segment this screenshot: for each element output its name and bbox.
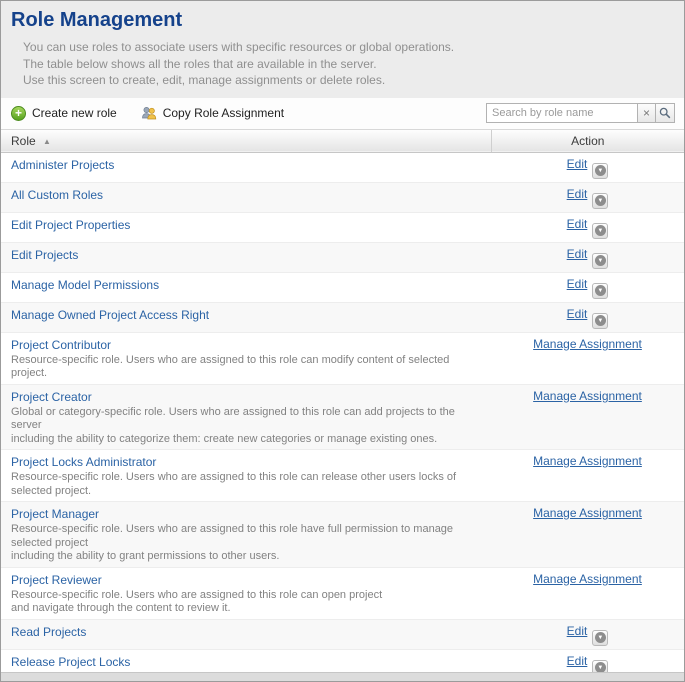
role-description-line: Resource-specific role. Users who are as… bbox=[11, 471, 481, 498]
column-header-role-label: Role bbox=[11, 134, 36, 148]
table-row: Project Creator Global or category-specif… bbox=[1, 384, 684, 450]
sort-ascending-icon: ▲ bbox=[43, 137, 51, 146]
table-row: Read Projects Edit ▼ bbox=[1, 619, 684, 649]
role-link[interactable]: Administer Projects bbox=[11, 158, 114, 172]
copy-role-assignment-icon bbox=[141, 105, 157, 121]
page-header: Role Management You can use roles to ass… bbox=[1, 1, 684, 98]
edit-dropdown-button[interactable]: ▼ bbox=[592, 630, 608, 646]
manage-assignment-link[interactable]: Manage Assignment bbox=[533, 389, 642, 403]
edit-dropdown-button[interactable]: ▼ bbox=[592, 283, 608, 299]
role-link[interactable]: Release Project Locks bbox=[11, 655, 130, 669]
page-description-line: The table below shows all the roles that… bbox=[23, 56, 672, 73]
edit-link[interactable]: Edit bbox=[567, 624, 588, 638]
search-input[interactable] bbox=[486, 103, 638, 123]
chevron-down-icon: ▼ bbox=[595, 225, 606, 236]
edit-dropdown-button[interactable]: ▼ bbox=[592, 253, 608, 269]
roles-table-body: Administer ProjectsEdit▼All Custom Roles… bbox=[1, 152, 684, 682]
table-row: All Custom Roles Edit ▼ bbox=[1, 182, 684, 212]
copy-role-assignment-button[interactable]: Copy Role Assignment bbox=[141, 105, 284, 121]
page-title: Role Management bbox=[11, 9, 672, 32]
table-row: Edit Project Properties Edit ▼ bbox=[1, 212, 684, 242]
create-new-role-button[interactable]: + Create new role bbox=[11, 106, 117, 121]
toolbar: + Create new role Copy Role Assignment × bbox=[1, 98, 684, 129]
table-row: Manage Model Permissions Edit ▼ bbox=[1, 272, 684, 302]
plus-icon: + bbox=[11, 106, 26, 121]
role-link[interactable]: Project Contributor bbox=[11, 338, 111, 352]
role-description-line: Resource-specific role. Users who are as… bbox=[11, 523, 481, 550]
clear-search-button[interactable]: × bbox=[638, 103, 656, 123]
table-row: Project Locks Administrator Resource-spec… bbox=[1, 450, 684, 502]
edit-dropdown-button[interactable]: ▼ bbox=[592, 163, 608, 179]
role-description-line: Global or category-specific role. Users … bbox=[11, 406, 481, 433]
edit-link[interactable]: Edit bbox=[567, 307, 588, 321]
role-link[interactable]: Project Creator bbox=[11, 390, 92, 404]
edit-link[interactable]: Edit bbox=[567, 247, 588, 261]
roles-table: Role ▲ Action Administer ProjectsEdit▼Al… bbox=[1, 129, 684, 682]
edit-dropdown-button[interactable]: ▼ bbox=[592, 223, 608, 239]
copy-role-assignment-label: Copy Role Assignment bbox=[163, 106, 284, 120]
edit-dropdown-button[interactable]: ▼ bbox=[592, 193, 608, 209]
edit-link[interactable]: Edit bbox=[567, 277, 588, 291]
column-header-action-label: Action bbox=[571, 134, 604, 148]
chevron-down-icon: ▼ bbox=[595, 632, 606, 643]
table-row: Edit Projects Edit ▼ bbox=[1, 242, 684, 272]
manage-assignment-link[interactable]: Manage Assignment bbox=[533, 454, 642, 468]
role-link[interactable]: Read Projects bbox=[11, 625, 86, 639]
chevron-down-icon: ▼ bbox=[595, 285, 606, 296]
role-description-line: including the ability to categorize them… bbox=[11, 433, 481, 447]
manage-assignment-link[interactable]: Manage Assignment bbox=[533, 572, 642, 586]
manage-assignment-link[interactable]: Manage Assignment bbox=[533, 506, 642, 520]
column-header-role[interactable]: Role ▲ bbox=[1, 129, 491, 152]
bottom-bar bbox=[1, 672, 684, 681]
create-new-role-label: Create new role bbox=[32, 106, 117, 120]
table-row: Project Manager Resource-specific role. U… bbox=[1, 502, 684, 568]
role-link[interactable]: Project Reviewer bbox=[11, 573, 102, 587]
table-row: Project Reviewer Resource-specific role. … bbox=[1, 567, 684, 619]
table-row: Administer Projects Edit ▼ bbox=[1, 152, 684, 182]
role-link[interactable]: Manage Owned Project Access Right bbox=[11, 308, 209, 322]
role-description-line: Resource-specific role. Users who are as… bbox=[11, 589, 481, 603]
role-description-line: and navigate through the content to revi… bbox=[11, 602, 481, 616]
chevron-down-icon: ▼ bbox=[595, 165, 606, 176]
table-row: Project Contributor Resource-specific rol… bbox=[1, 332, 684, 384]
role-link[interactable]: Edit Projects bbox=[11, 248, 78, 262]
table-row: Manage Owned Project Access Right Edit ▼ bbox=[1, 302, 684, 332]
search-group: × bbox=[486, 103, 675, 123]
manage-assignment-link[interactable]: Manage Assignment bbox=[533, 337, 642, 351]
page-description-line: You can use roles to associate users wit… bbox=[23, 39, 672, 56]
role-description-line: including the ability to grant permissio… bbox=[11, 550, 481, 564]
role-link[interactable]: All Custom Roles bbox=[11, 188, 103, 202]
edit-link[interactable]: Edit bbox=[567, 187, 588, 201]
chevron-down-icon: ▼ bbox=[595, 315, 606, 326]
search-button[interactable] bbox=[656, 103, 675, 123]
edit-dropdown-button[interactable]: ▼ bbox=[592, 313, 608, 329]
chevron-down-icon: ▼ bbox=[595, 255, 606, 266]
table-header-row: Role ▲ Action bbox=[1, 129, 684, 152]
role-link[interactable]: Project Locks Administrator bbox=[11, 455, 156, 469]
edit-link[interactable]: Edit bbox=[567, 654, 588, 668]
role-link[interactable]: Edit Project Properties bbox=[11, 218, 130, 232]
edit-link[interactable]: Edit bbox=[567, 217, 588, 231]
role-description-line: Resource-specific role. Users who are as… bbox=[11, 354, 481, 381]
chevron-down-icon: ▼ bbox=[595, 195, 606, 206]
page-description-line: Use this screen to create, edit, manage … bbox=[23, 72, 672, 89]
role-link[interactable]: Project Manager bbox=[11, 507, 99, 521]
role-link[interactable]: Manage Model Permissions bbox=[11, 278, 159, 292]
edit-link[interactable]: Edit bbox=[567, 157, 588, 171]
column-header-action[interactable]: Action bbox=[491, 129, 684, 152]
magnifier-icon bbox=[659, 107, 671, 119]
role-management-page: Role Management You can use roles to ass… bbox=[0, 0, 685, 682]
